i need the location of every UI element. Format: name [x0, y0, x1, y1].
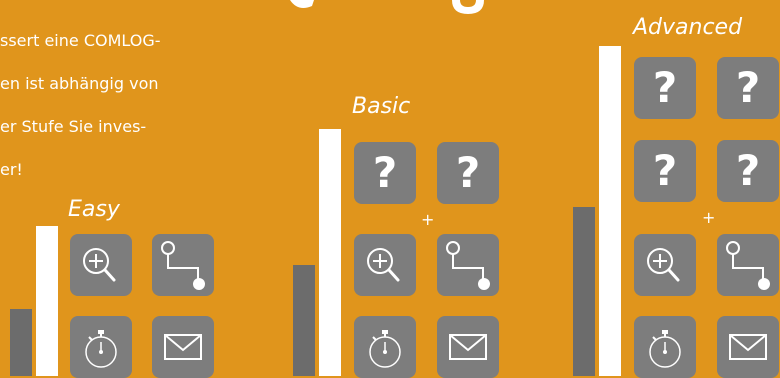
- question-tile: ?: [354, 142, 416, 204]
- route-path-icon: [446, 241, 490, 290]
- question-mark-icon: ?: [372, 148, 398, 197]
- route-tile: [152, 234, 214, 296]
- mail-tile: [152, 316, 214, 378]
- question-tile: ?: [437, 142, 499, 204]
- intro-line: er Stufe Sie inves-: [0, 117, 147, 136]
- plus-sign: +: [421, 210, 435, 229]
- tier-bar-grey: [293, 265, 315, 376]
- tier-label: Easy: [68, 197, 120, 222]
- question-tile: ?: [634, 140, 696, 202]
- timer-tile: [354, 316, 416, 378]
- zoom-tile: [354, 234, 416, 296]
- route-path-icon: [161, 241, 205, 290]
- question-mark-icon: ?: [652, 146, 678, 195]
- tier-bar-white: [599, 46, 621, 376]
- tier-bar-white: [319, 129, 341, 376]
- tier-bar-grey: [10, 309, 32, 376]
- heading-fragment: [290, 0, 484, 14]
- timer-tile: [634, 316, 696, 378]
- question-mark-icon: ?: [455, 148, 481, 197]
- zoom-tile: [70, 234, 132, 296]
- question-tile: ?: [717, 57, 779, 119]
- envelope-icon: [449, 334, 487, 360]
- question-mark-icon: ?: [652, 63, 678, 112]
- question-mark-icon: ?: [735, 63, 761, 112]
- zoom-tile: [634, 234, 696, 296]
- tier-bar-grey: [573, 207, 595, 376]
- envelope-icon: [164, 334, 202, 360]
- route-tile: [717, 234, 779, 296]
- intro-line: en ist abhängig von: [0, 74, 159, 93]
- route-path-icon: [726, 241, 770, 290]
- envelope-icon: [729, 334, 767, 360]
- intro-line: ssert eine COMLOG-: [0, 31, 161, 50]
- stopwatch-icon: [85, 330, 117, 368]
- stopwatch-icon: [649, 330, 681, 368]
- magnifier-plus-icon: [367, 248, 400, 282]
- mail-tile: [437, 316, 499, 378]
- intro-line: er!: [0, 160, 23, 179]
- magnifier-plus-icon: [647, 248, 680, 282]
- tier-label: Basic: [352, 94, 411, 119]
- question-mark-icon: ?: [735, 146, 761, 195]
- route-tile: [437, 234, 499, 296]
- stopwatch-icon: [369, 330, 401, 368]
- question-tile: ?: [717, 140, 779, 202]
- mail-tile: [717, 316, 779, 378]
- tier-bar-white: [36, 226, 58, 376]
- comlog-tiers-page: { "intro": { "lines": [ "ssert eine COML…: [0, 0, 780, 378]
- plus-sign: +: [702, 208, 716, 227]
- timer-tile: [70, 316, 132, 378]
- question-tile: ?: [634, 57, 696, 119]
- magnifier-plus-icon: [83, 248, 116, 282]
- intro-text: ssert eine COMLOG- en ist abhängig von e…: [0, 30, 240, 202]
